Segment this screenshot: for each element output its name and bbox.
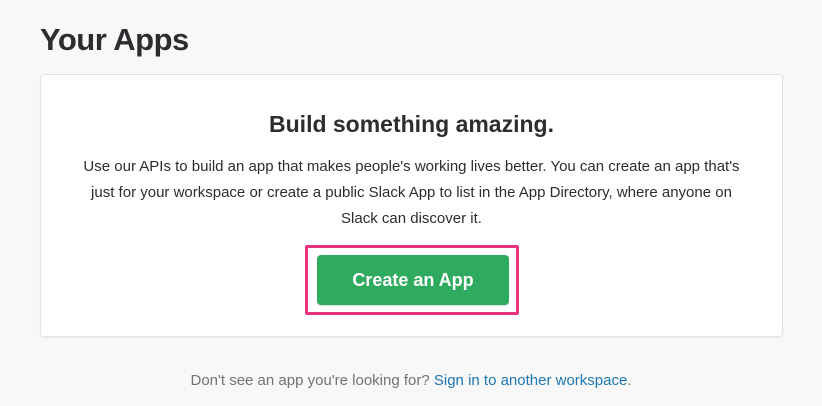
footer-prompt: Don't see an app you're looking for? xyxy=(190,372,434,389)
footer-note: Don't see an app you're looking for? Sig… xyxy=(0,372,822,389)
footer-trailing: . xyxy=(627,372,632,389)
create-app-button[interactable]: Create an App xyxy=(317,255,509,305)
card-heading: Build something amazing. xyxy=(269,111,554,137)
card-description: Use our APIs to build an app that makes … xyxy=(83,158,740,227)
sign-in-another-workspace-link[interactable]: Sign in to another workspace xyxy=(434,372,627,389)
create-app-card: Build something amazing. Use our APIs to… xyxy=(40,74,783,337)
page-title: Your Apps xyxy=(40,22,189,57)
